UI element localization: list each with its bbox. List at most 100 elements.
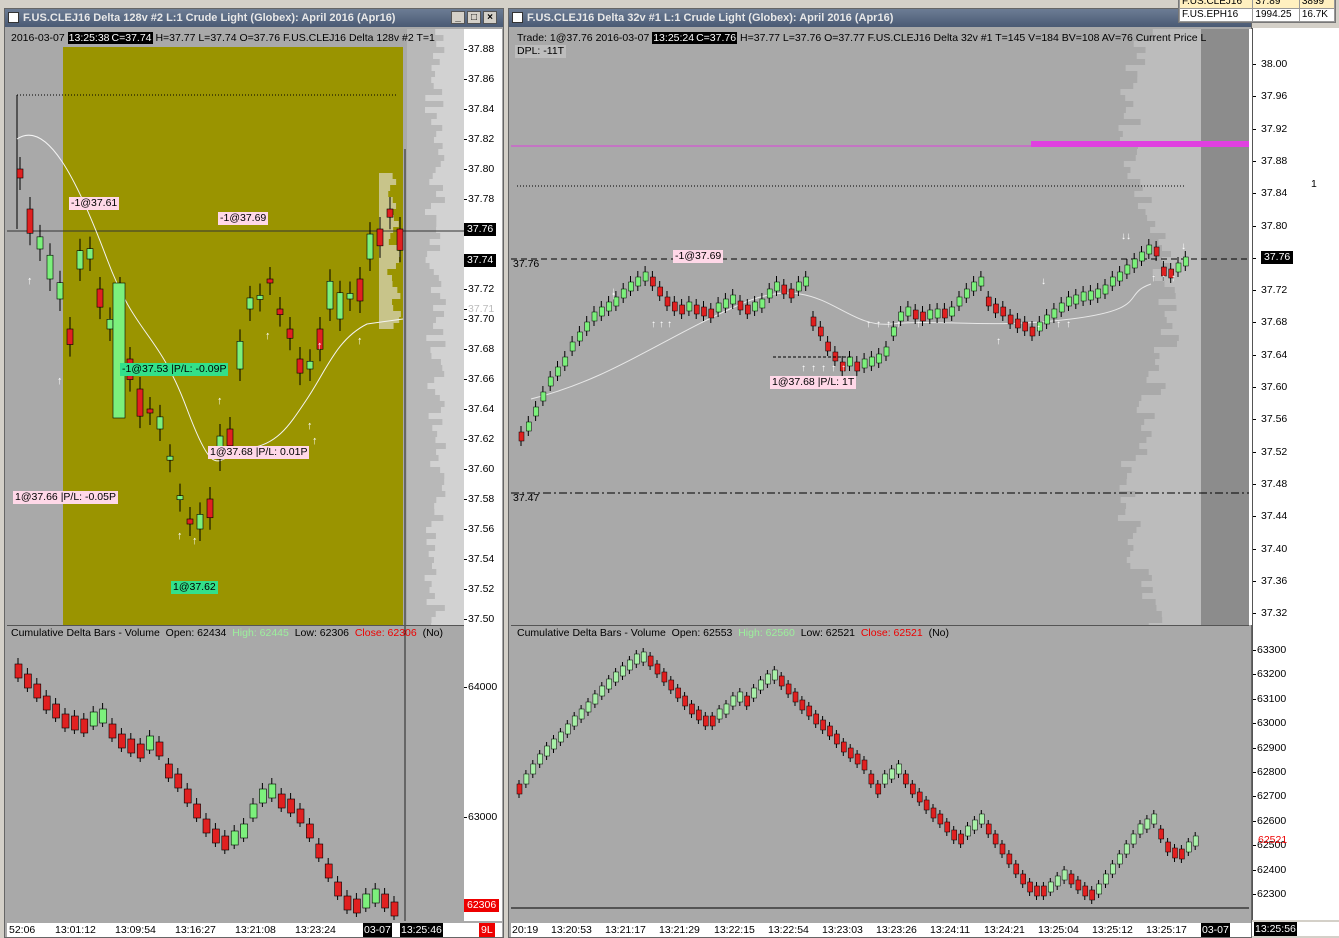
candle-body bbox=[106, 319, 114, 330]
candle-body bbox=[1131, 258, 1138, 269]
candle-body bbox=[628, 281, 634, 292]
tick-mark bbox=[464, 49, 467, 50]
delta-candle bbox=[146, 735, 154, 751]
delta-candle bbox=[841, 741, 847, 753]
right-price-axis-labels[interactable]: 38.00 37.96 37.92 37.88 37.84 37.80 37.76 37.72… bbox=[1252, 28, 1339, 624]
left-delta-axis[interactable]: 64000 63000 62306 bbox=[464, 625, 502, 921]
right-time-axis[interactable]: 20:19 13:20:53 13:21:17 13:21:29 13:22:1… bbox=[511, 923, 1251, 937]
volume-profile-bar bbox=[426, 335, 464, 341]
volume-profile-bar bbox=[1201, 125, 1249, 131]
volume-profile-bar bbox=[1201, 371, 1249, 377]
arrow-up-icon: ↑ bbox=[357, 335, 363, 347]
volume-profile-bar bbox=[436, 449, 464, 455]
quote-board[interactable]: F.US.CLEJ16 37.89 3899 F.US.EPH16 1994.2… bbox=[1178, 0, 1336, 23]
candle-body bbox=[854, 361, 861, 372]
left-time-axis[interactable]: 52:06 13:01:12 13:09:54 13:16:27 13:21:0… bbox=[7, 923, 502, 937]
tick-mark bbox=[1253, 613, 1256, 615]
quote-price: 37.89 bbox=[1252, 0, 1300, 9]
delta-price-box: 62521 bbox=[1258, 834, 1288, 846]
delta-candle bbox=[765, 673, 771, 685]
quote-row[interactable]: F.US.CLEJ16 37.89 3899 bbox=[1178, 0, 1336, 9]
volume-profile-bar bbox=[1158, 365, 1201, 371]
volume-profile-bar bbox=[1201, 65, 1249, 71]
candle-body bbox=[1153, 246, 1160, 257]
delta-candle bbox=[277, 793, 286, 809]
candle-body bbox=[16, 168, 24, 179]
window-icon[interactable] bbox=[512, 12, 523, 23]
volume-profile-bar bbox=[1201, 335, 1249, 341]
right-price-chart[interactable]: ↑↑ ↑ ↑↑ ↑ ↑ ↑ ↑↑ ↑ ↑ ↑ ↑↑↑ ↑ ↑↑ ↑ ↑↓↓↓ ↓↓ bbox=[511, 29, 1249, 625]
delta-candle bbox=[249, 803, 258, 819]
volume-profile-bar bbox=[436, 131, 464, 137]
price-tick: 62300 bbox=[1257, 888, 1287, 900]
left-chart-window[interactable]: F.US.CLEJ16 Delta 128v #2 L:1 Crude Ligh… bbox=[4, 8, 504, 938]
left-title-bar[interactable]: F.US.CLEJ16 Delta 128v #2 L:1 Crude Ligh… bbox=[5, 9, 503, 27]
right-delta-axis[interactable]: 63300 63200 63100 63000 62900 62800 62700 62600… bbox=[1252, 624, 1339, 920]
delta-candle bbox=[903, 773, 909, 785]
tick-mark bbox=[1253, 225, 1256, 227]
left-price-pane[interactable]: ↑ ↑ ↑ ↑ ↑ ↑ ↑ ↑ ↑ ↑ 2016-03-07 13:25:38 C=37.74 H=… bbox=[7, 29, 464, 625]
volume-profile-bar bbox=[1201, 221, 1249, 227]
volume-profile-bar bbox=[1117, 515, 1201, 521]
tick-mark bbox=[1253, 128, 1256, 130]
volume-profile-bar bbox=[1130, 563, 1201, 569]
volume-profile-bar bbox=[1153, 347, 1201, 353]
close-button[interactable]: × bbox=[483, 11, 497, 24]
sub-close: Close: 62521 bbox=[860, 627, 923, 639]
volume-profile-bar bbox=[1158, 239, 1201, 245]
maximize-button[interactable]: □ bbox=[467, 11, 481, 24]
price-tick: 37.68 bbox=[1261, 316, 1288, 329]
info-rest: H=37.77 L=37.76 O=37.77 F.US.CLEJ16 Delt… bbox=[740, 32, 1207, 44]
volume-profile-bar bbox=[1201, 347, 1249, 353]
quote-row[interactable]: F.US.EPH16 1994.25 16.7K bbox=[1178, 8, 1336, 22]
right-price-pane[interactable]: ↑ ↑ ↑ ↑ ↑ ↑ ↑ ↑ ↑ ↑ ↑ ↑ ↑ ↑ ↑ ↑ ↑ ↑ ↑ ↑ ↑ ↓ ↓ ↓ ↓ ↓ Trade: 1@37.7… bbox=[511, 29, 1249, 625]
time-label: 13:22:15 bbox=[714, 924, 755, 936]
candle-body bbox=[693, 304, 700, 315]
volume-profile-bar bbox=[1201, 89, 1249, 95]
volume-profile-bar bbox=[439, 59, 464, 65]
volume-profile-bar bbox=[1155, 221, 1201, 227]
left-delta-chart[interactable] bbox=[7, 626, 464, 921]
price-tick: 37.32 bbox=[1261, 607, 1288, 620]
right-delta-chart[interactable] bbox=[511, 626, 1249, 921]
price-tick: 37.58 bbox=[468, 493, 495, 505]
delta-candle bbox=[1186, 841, 1192, 853]
arrow-up-icon: ↑ bbox=[886, 319, 891, 330]
right-chart-window[interactable]: F.US.CLEJ16 Delta 32v #1 L:1 Crude Light… bbox=[508, 8, 1252, 938]
tick-mark bbox=[464, 289, 467, 290]
right-delta-pane[interactable]: Cumulative Delta Bars - Volume Open: 625… bbox=[511, 625, 1249, 921]
volume-profile-bar bbox=[435, 389, 464, 395]
right-title-bar[interactable]: F.US.CLEJ16 Delta 32v #1 L:1 Crude Light… bbox=[509, 9, 1251, 27]
tick-mark bbox=[464, 817, 467, 818]
volume-profile-bar bbox=[1138, 401, 1201, 407]
window-icon[interactable] bbox=[8, 12, 19, 23]
delta-candle bbox=[315, 843, 324, 859]
delta-candle bbox=[758, 679, 764, 691]
delta-candle bbox=[353, 898, 361, 914]
minimize-button[interactable]: _ bbox=[451, 11, 465, 24]
candle-body bbox=[1029, 326, 1036, 337]
candle-body bbox=[176, 495, 184, 500]
candle-body bbox=[1058, 302, 1065, 313]
sub-low: Low: 62306 bbox=[294, 627, 349, 639]
left-delta-pane[interactable]: Cumulative Delta Bars - Volume Open: 624… bbox=[7, 625, 464, 921]
time-label: 13:25:04 bbox=[1038, 924, 1079, 936]
arrow-up-icon: ↑ bbox=[1161, 273, 1166, 284]
volume-profile-bar bbox=[1201, 353, 1249, 359]
volume-profile-bar bbox=[1178, 335, 1201, 341]
delta-candle bbox=[268, 783, 277, 799]
volume-profile-bar bbox=[1137, 203, 1201, 209]
price-tick: 37.52 bbox=[468, 583, 495, 595]
candle-body bbox=[86, 248, 94, 260]
left-price-chart[interactable]: ↑ ↑ ↑ ↑ ↑ ↑ ↑ ↑ ↑ ↑ bbox=[7, 29, 464, 625]
arrow-up-icon: ↑ bbox=[1171, 273, 1176, 284]
volume-profile-bar bbox=[434, 503, 464, 509]
candle-body bbox=[356, 278, 364, 302]
price-tick: 37.62 bbox=[468, 433, 495, 445]
volume-profile-bar bbox=[1125, 107, 1201, 113]
volume-profile-bar bbox=[1201, 341, 1249, 347]
current-price-box: 37.76 bbox=[1261, 251, 1294, 264]
left-price-axis[interactable]: 37.88 37.86 37.84 37.82 37.80 37.78 37.76 37.74… bbox=[464, 29, 502, 625]
candle-body bbox=[964, 288, 970, 299]
delta-candle bbox=[240, 823, 248, 839]
